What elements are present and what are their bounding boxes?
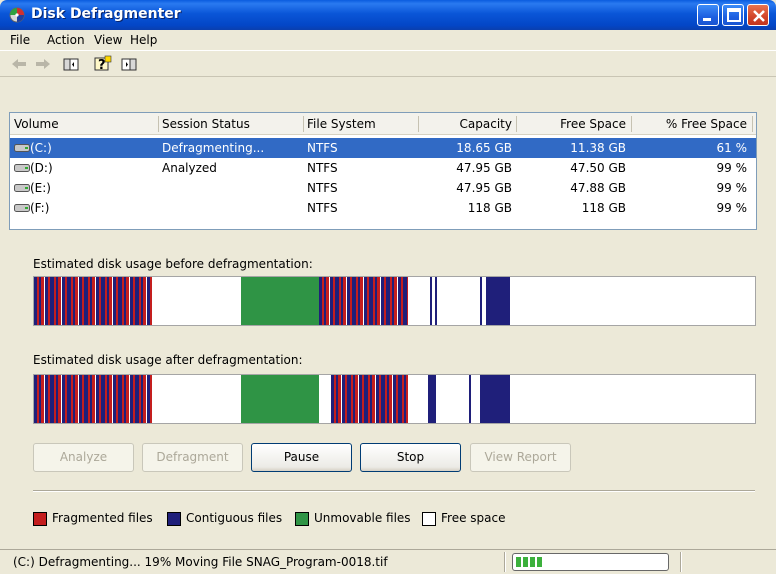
free-space: 118 GB: [581, 201, 626, 215]
title-bar: Disk Defragmenter: [0, 0, 776, 30]
progress-block: [537, 557, 542, 567]
session-status: Analyzed: [162, 161, 217, 175]
capacity: 47.95 GB: [456, 181, 512, 195]
legend-unmovable: Unmovable files: [314, 511, 411, 525]
window-title: Disk Defragmenter: [31, 6, 181, 22]
column-header-free-space[interactable]: Free Space: [520, 117, 626, 131]
pct-free-space: 99 %: [716, 201, 748, 215]
menu-view[interactable]: View: [94, 33, 122, 47]
volume-name: (F:): [30, 201, 50, 215]
table-row[interactable]: (C:) Defragmenting... NTFS 18.65 GB 11.3…: [10, 138, 756, 158]
volume-name: (C:): [30, 141, 52, 155]
usage-after-bar: [33, 374, 756, 424]
toolbar: ?: [0, 50, 776, 77]
drive-icon: [14, 204, 30, 212]
minimize-button[interactable]: [697, 4, 719, 26]
pause-button[interactable]: Pause: [251, 443, 352, 472]
table-row[interactable]: (F:) NTFS 118 GB 118 GB 99 %: [10, 198, 756, 218]
column-header-file-system[interactable]: File System: [307, 117, 376, 131]
free-space: 11.38 GB: [570, 141, 626, 155]
fragmented-swatch: [33, 512, 47, 526]
status-bar: (C:) Defragmenting... 19% Moving File SN…: [0, 549, 776, 574]
file-system: NTFS: [307, 161, 338, 175]
menu-bar: File Action View Help: [0, 30, 776, 50]
file-system: NTFS: [307, 141, 338, 155]
session-status: Defragmenting...: [162, 141, 265, 155]
usage-before-bar: [33, 276, 756, 326]
pct-free-space: 99 %: [716, 161, 748, 175]
show-hide-action-pane-icon[interactable]: [118, 54, 140, 74]
defragment-button[interactable]: Defragment: [142, 443, 243, 472]
drive-icon: [14, 164, 30, 172]
progress-block: [523, 557, 528, 567]
file-system: NTFS: [307, 181, 338, 195]
free-space-swatch: [422, 512, 436, 526]
drive-icon: [14, 184, 30, 192]
table-row[interactable]: (D:) Analyzed NTFS 47.95 GB 47.50 GB 99 …: [10, 158, 756, 178]
maximize-button[interactable]: [722, 4, 744, 26]
drive-icon: [14, 144, 30, 152]
help-icon[interactable]: ?: [92, 54, 114, 74]
close-icon: [753, 10, 765, 22]
menu-help[interactable]: Help: [130, 33, 157, 47]
column-header-session-status[interactable]: Session Status: [162, 117, 250, 131]
back-arrow-icon[interactable]: [8, 54, 30, 74]
status-text: (C:) Defragmenting... 19% Moving File SN…: [13, 555, 388, 569]
menu-file[interactable]: File: [10, 33, 30, 47]
volume-name: (D:): [30, 161, 53, 175]
capacity: 18.65 GB: [456, 141, 512, 155]
free-space: 47.50 GB: [570, 161, 626, 175]
volume-name: (E:): [30, 181, 51, 195]
after-usage-label: Estimated disk usage after defragmentati…: [33, 353, 303, 367]
minimize-icon: [703, 18, 711, 21]
legend-contiguous: Contiguous files: [186, 511, 283, 525]
file-system: NTFS: [307, 201, 338, 215]
legend-fragmented: Fragmented files: [52, 511, 153, 525]
forward-arrow-icon[interactable]: [32, 54, 54, 74]
column-header-pct-free-space[interactable]: % Free Space: [635, 117, 747, 131]
menu-action[interactable]: Action: [47, 33, 85, 47]
progress-block: [530, 557, 535, 567]
legend-free-space: Free space: [441, 511, 506, 525]
divider: [33, 490, 755, 492]
maximize-icon: [727, 8, 741, 22]
analyze-button[interactable]: Analyze: [33, 443, 134, 472]
svg-text:?: ?: [98, 58, 106, 73]
contiguous-swatch: [167, 512, 181, 526]
volume-list: Volume Session Status File System Capaci…: [9, 112, 757, 230]
defrag-progress-bar: [512, 553, 669, 571]
show-hide-console-tree-icon[interactable]: [60, 54, 82, 74]
capacity: 118 GB: [467, 201, 512, 215]
pct-free-space: 99 %: [716, 181, 748, 195]
unmovable-swatch: [295, 512, 309, 526]
column-header-capacity[interactable]: Capacity: [422, 117, 512, 131]
column-header-volume[interactable]: Volume: [14, 117, 59, 131]
capacity: 47.95 GB: [456, 161, 512, 175]
progress-block: [516, 557, 521, 567]
view-report-button[interactable]: View Report: [470, 443, 571, 472]
table-row[interactable]: (E:) NTFS 47.95 GB 47.88 GB 99 %: [10, 178, 756, 198]
before-usage-label: Estimated disk usage before defragmentat…: [33, 257, 313, 271]
free-space: 47.88 GB: [570, 181, 626, 195]
stop-button[interactable]: Stop: [360, 443, 461, 472]
volume-list-header: Volume Session Status File System Capaci…: [10, 113, 756, 135]
pct-free-space: 61 %: [716, 141, 748, 155]
defragmenter-app-icon: [9, 7, 25, 23]
close-button[interactable]: [747, 4, 769, 26]
